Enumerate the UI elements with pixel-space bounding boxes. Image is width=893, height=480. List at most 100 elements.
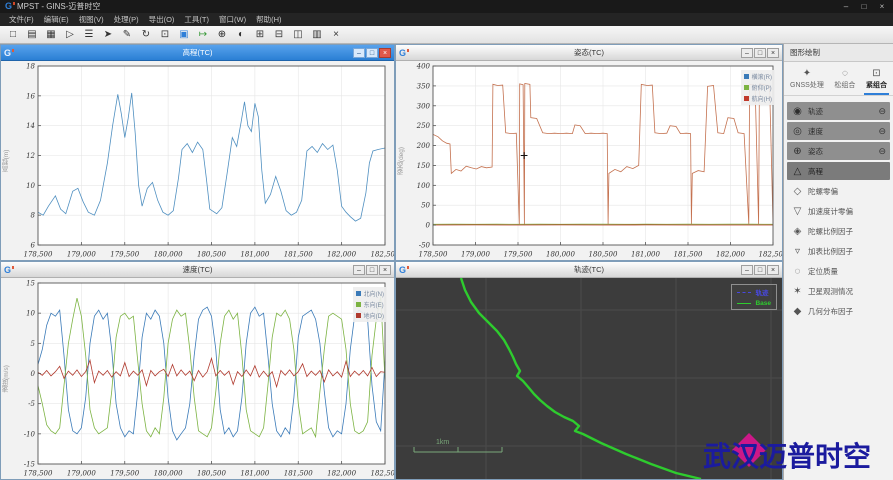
svg-text:-50: -50 (419, 242, 431, 250)
tile-windows-icon[interactable]: ⊞ (251, 27, 269, 42)
item-label: 卫星观测情况 (808, 286, 853, 297)
edit-plot-icon[interactable]: ✎ (118, 27, 136, 42)
close-button[interactable]: × (379, 265, 391, 275)
sidebar-item-加表比例因子[interactable]: ▿加表比例因子 (787, 242, 890, 260)
sidebar-item-陀螺比例因子[interactable]: ◈陀螺比例因子 (787, 222, 890, 240)
menu-item-4[interactable]: 导出(O) (144, 14, 180, 25)
svg-text:179,000: 179,000 (461, 251, 490, 259)
minimize-button[interactable]: – (353, 265, 365, 275)
menu-item-2[interactable]: 视图(V) (74, 14, 109, 25)
svg-text:179,000: 179,000 (67, 470, 96, 478)
sidebar-item-轨迹[interactable]: ◉轨迹⊖ (787, 102, 890, 120)
sidebar-item-定位质量[interactable]: ◌定位质量 (787, 262, 890, 280)
google-earth-icon[interactable]: ⊕ (213, 27, 231, 42)
collapse-icon[interactable]: ⊖ (878, 146, 886, 157)
split-vertical-icon[interactable]: ◫ (289, 27, 307, 42)
legend-entry: 横滚(R) (744, 72, 772, 81)
legend-swatch (356, 291, 361, 296)
app-maximize-button[interactable]: □ (858, 2, 870, 11)
split-horizontal-icon[interactable]: ⊟ (270, 27, 288, 42)
legend-entry: 航向(H) (744, 94, 772, 103)
new-file-icon[interactable]: □ (4, 27, 22, 42)
run-file-icon[interactable]: ▷ (61, 27, 79, 42)
task-list-icon[interactable]: ☰ (80, 27, 98, 42)
svg-text:150: 150 (417, 162, 431, 170)
legend-label: 横滚(R) (752, 72, 772, 81)
svg-text:179,000: 179,000 (67, 251, 96, 259)
legend-entry: Base (737, 300, 771, 307)
item-label: 陀螺比例因子 (808, 226, 853, 237)
tab-松组合[interactable]: ◌松组合 (832, 67, 857, 95)
svg-text:100: 100 (417, 182, 431, 190)
collapse-icon[interactable]: ⊖ (878, 126, 886, 137)
menu-item-0[interactable]: 文件(F) (4, 14, 39, 25)
close-button[interactable]: × (379, 48, 391, 58)
menu-item-7[interactable]: 帮助(H) (251, 14, 286, 25)
item-label: 高程 (808, 166, 823, 177)
attitude-chart[interactable]: 姿态(deg) 178,500179,000179,500180,000180,… (396, 61, 782, 260)
sidebar-item-加速度计零偏[interactable]: ▽加速度计零偏 (787, 202, 890, 220)
app-close-button[interactable]: × (876, 2, 888, 11)
sidebar-item-几何分布因子[interactable]: ◆几何分布因子 (787, 302, 890, 320)
minimize-button[interactable]: – (353, 48, 365, 58)
maximize-button[interactable]: □ (754, 48, 766, 58)
sidebar-item-陀螺零偏[interactable]: ◇陀螺零偏 (787, 182, 890, 200)
trajectory-legend: 轨迹 Base (731, 284, 777, 310)
attitude-window: G 姿态(TC) – □ × 姿态(deg) 178,500179,000179… (395, 44, 783, 261)
open-file-icon[interactable]: ▤ (23, 27, 41, 42)
legend-swatch (744, 74, 749, 79)
menu-bar: 文件(F)编辑(E)视图(V)处理(P)导出(O)工具(T)窗口(W)帮助(H) (0, 13, 893, 26)
attitude-plot: 178,500179,000179,500180,000180,500181,0… (396, 61, 782, 260)
select-region-icon[interactable]: ⊡ (156, 27, 174, 42)
trajectory-chart[interactable]: 1km 轨迹 Base (396, 278, 782, 479)
legend-entry: 北向(N) (356, 289, 384, 298)
tab-icon: ◌ (842, 68, 848, 79)
maximize-button[interactable]: □ (366, 48, 378, 58)
attitude-window-titlebar[interactable]: G 姿态(TC) – □ × (396, 45, 782, 61)
sidebar-item-姿态[interactable]: ⊕姿态⊖ (787, 142, 890, 160)
window-logo-icon: G (399, 265, 406, 275)
svg-text:181,500: 181,500 (284, 251, 313, 259)
velocity-plot: 178,500179,000179,500180,000180,500181,0… (1, 278, 394, 479)
tab-GNSS处理[interactable]: ✦GNSS处理 (788, 67, 826, 95)
item-label: 加速度计零偏 (808, 206, 853, 217)
arrange-windows-icon[interactable]: ▥ (308, 27, 326, 42)
elevation-window-titlebar[interactable]: G 高程(TC) – □ × (1, 45, 394, 61)
cascade-windows-icon[interactable]: ◐ (232, 27, 250, 42)
sidebar-item-卫星观测情况[interactable]: ✶卫星观测情况 (787, 282, 890, 300)
menu-item-5[interactable]: 工具(T) (179, 14, 214, 25)
陀螺零偏-icon: ◇ (791, 186, 804, 197)
send-plan-icon[interactable]: ➤ (99, 27, 117, 42)
app-minimize-button[interactable]: – (840, 2, 852, 11)
menu-item-6[interactable]: 窗口(W) (214, 14, 251, 25)
maximize-button[interactable]: □ (366, 265, 378, 275)
minimize-button[interactable]: – (741, 265, 753, 275)
collapse-icon[interactable]: ⊖ (878, 106, 886, 117)
maximize-button[interactable]: □ (754, 265, 766, 275)
menu-item-1[interactable]: 编辑(E) (39, 14, 74, 25)
show-window-icon[interactable]: ▣ (175, 27, 193, 42)
svg-text:1km: 1km (436, 439, 449, 446)
refresh-icon[interactable]: ↻ (137, 27, 155, 42)
app-titlebar[interactable]: G MPST - GINS-迈普时空 –□× (0, 0, 893, 13)
window-logo-icon: G (4, 265, 11, 275)
轨迹-icon: ◉ (791, 106, 804, 117)
menu-item-3[interactable]: 处理(P) (109, 14, 144, 25)
close-all-icon[interactable]: × (327, 27, 345, 42)
sidebar-item-速度[interactable]: ◎速度⊖ (787, 122, 890, 140)
velocity-chart[interactable]: 速度(m/s) 178,500179,000179,500180,000180,… (1, 278, 394, 479)
close-button[interactable]: × (767, 265, 779, 275)
tab-紧组合[interactable]: ⊡紧组合 (864, 67, 889, 95)
report-file-icon[interactable]: ▦ (42, 27, 60, 42)
velocity-window-titlebar[interactable]: G 速度(TC) – □ × (1, 262, 394, 278)
item-label: 定位质量 (808, 266, 838, 277)
export-data-icon[interactable]: ↦ (194, 27, 212, 42)
svg-text:180,500: 180,500 (589, 251, 618, 259)
legend-label: 轨迹 (755, 287, 768, 297)
sidebar-item-高程[interactable]: △高程 (787, 162, 890, 180)
trajectory-window-titlebar[interactable]: G 轨迹(TC) – □ × (396, 262, 782, 278)
close-button[interactable]: × (767, 48, 779, 58)
elevation-chart[interactable]: 高程(m) 178,500179,000179,500180,000180,50… (1, 61, 394, 260)
legend-label: 航向(H) (752, 94, 772, 103)
minimize-button[interactable]: – (741, 48, 753, 58)
